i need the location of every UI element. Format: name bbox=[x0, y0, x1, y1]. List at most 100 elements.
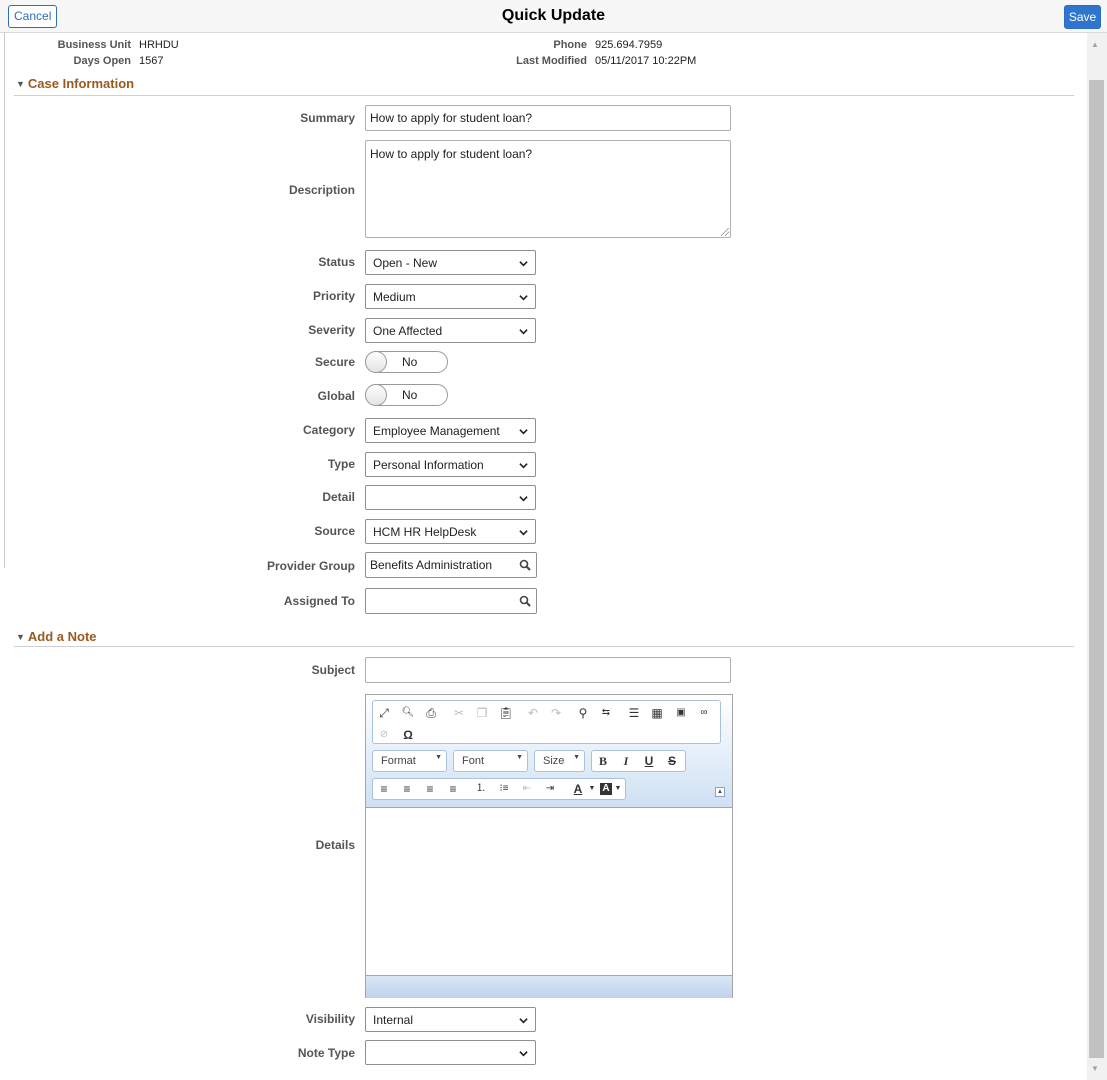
priority-value: Medium bbox=[373, 290, 416, 304]
collapse-toolbar-icon[interactable]: ▲ bbox=[715, 787, 725, 797]
visibility-select[interactable]: Internal bbox=[365, 1007, 536, 1032]
background-color-dropdown-icon[interactable]: ▼ bbox=[610, 781, 626, 797]
case-information-title: Case Information bbox=[27, 76, 135, 91]
table-icon[interactable]: ▦ bbox=[649, 705, 665, 721]
text-color-dropdown-icon[interactable]: ▼ bbox=[584, 781, 600, 797]
last-modified-label: Last Modified bbox=[516, 55, 587, 67]
font-dropdown[interactable]: Font ▼ bbox=[453, 750, 528, 772]
size-label: Size bbox=[543, 755, 565, 767]
category-select[interactable]: Employee Management bbox=[365, 418, 536, 443]
chevron-down-icon bbox=[519, 1018, 528, 1024]
dropdown-arrow-icon: ▼ bbox=[435, 754, 442, 761]
special-character-icon[interactable]: Ω bbox=[400, 727, 416, 743]
font-label: Font bbox=[462, 755, 485, 767]
category-label: Category bbox=[302, 423, 355, 437]
details-label: Details bbox=[315, 838, 355, 852]
redo-icon[interactable]: ↷ bbox=[548, 705, 564, 721]
align-left-icon[interactable]: ≡ bbox=[376, 781, 392, 797]
image-icon[interactable]: ▣ bbox=[673, 705, 689, 721]
business-unit-value: HRHDU bbox=[139, 39, 179, 51]
paste-icon[interactable]: 📋︎ bbox=[498, 705, 514, 721]
decrease-indent-icon[interactable]: ⇤ bbox=[519, 781, 535, 797]
summary-label: Summary bbox=[300, 111, 355, 125]
provider-group-input[interactable]: Benefits Administration bbox=[365, 552, 537, 578]
maximize-icon[interactable]: ⤢ bbox=[376, 705, 392, 721]
provider-group-value: Benefits Administration bbox=[370, 558, 493, 572]
horizontal-rule-icon[interactable]: ☰ bbox=[626, 705, 642, 721]
assigned-to-input[interactable] bbox=[365, 588, 537, 614]
assigned-to-label: Assigned To bbox=[283, 594, 355, 608]
chevron-down-icon bbox=[519, 295, 528, 301]
print-icon[interactable]: ⎙ bbox=[423, 705, 439, 721]
strikethrough-icon[interactable]: S bbox=[664, 753, 680, 769]
global-value: No bbox=[402, 388, 418, 402]
justify-icon[interactable]: ≡ bbox=[445, 781, 461, 797]
format-dropdown[interactable]: Format ▼ bbox=[372, 750, 447, 772]
detail-select[interactable] bbox=[365, 485, 536, 510]
scroll-down-arrow-icon[interactable]: ▼ bbox=[1091, 1064, 1099, 1073]
days-open-label: Days Open bbox=[73, 55, 131, 67]
underline-icon[interactable]: U bbox=[641, 753, 657, 769]
source-value: HCM HR HelpDesk bbox=[373, 525, 477, 539]
secure-value: No bbox=[402, 355, 418, 369]
secure-label: Secure bbox=[314, 355, 355, 369]
resize-grip-icon[interactable] bbox=[721, 228, 729, 236]
unlink-icon[interactable]: ⊘ bbox=[376, 727, 392, 743]
severity-select[interactable]: One Affected bbox=[365, 318, 536, 343]
type-select[interactable]: Personal Information bbox=[365, 452, 536, 477]
phone-label: Phone bbox=[553, 39, 587, 51]
provider-group-label: Provider Group bbox=[266, 559, 355, 573]
secure-toggle[interactable]: No bbox=[365, 351, 448, 373]
numbered-list-icon[interactable]: ⒈ bbox=[473, 781, 489, 797]
search-icon[interactable] bbox=[519, 559, 531, 571]
chevron-down-icon bbox=[519, 329, 528, 335]
search-icon[interactable] bbox=[519, 595, 531, 607]
modal-header: Quick Update Cancel Save bbox=[0, 0, 1107, 33]
type-label: Type bbox=[327, 457, 355, 471]
editor-toolbar: ⤢ 🔍︎ ⎙ ✂ ❐ 📋︎ ↶ ↷ ⚲ ⇆ ☰ ▦ ▣ ∞ ⊘ Ω Format… bbox=[366, 695, 732, 807]
case-information-section-header[interactable]: ▼ Case Information bbox=[16, 76, 134, 91]
description-label: Description bbox=[288, 183, 355, 197]
scrollbar-thumb[interactable] bbox=[1089, 80, 1104, 1058]
cancel-button[interactable]: Cancel bbox=[8, 5, 58, 28]
align-right-icon[interactable]: ≡ bbox=[422, 781, 438, 797]
type-value: Personal Information bbox=[373, 458, 484, 472]
source-label: Source bbox=[314, 524, 355, 538]
note-type-select[interactable] bbox=[365, 1040, 536, 1065]
save-button[interactable]: Save bbox=[1064, 5, 1101, 29]
find-icon[interactable]: ⚲ bbox=[575, 705, 591, 721]
undo-icon[interactable]: ↶ bbox=[525, 705, 541, 721]
status-label: Status bbox=[318, 255, 355, 269]
status-value: Open - New bbox=[373, 256, 438, 270]
source-select[interactable]: HCM HR HelpDesk bbox=[365, 519, 536, 544]
italic-icon[interactable]: I bbox=[618, 753, 634, 769]
dropdown-arrow-icon: ▼ bbox=[573, 754, 580, 761]
editor-content-area[interactable] bbox=[366, 807, 732, 976]
align-center-icon[interactable]: ≡ bbox=[399, 781, 415, 797]
copy-icon[interactable]: ❐ bbox=[474, 705, 490, 721]
global-toggle[interactable]: No bbox=[365, 384, 448, 406]
rich-text-editor: ⤢ 🔍︎ ⎙ ✂ ❐ 📋︎ ↶ ↷ ⚲ ⇆ ☰ ▦ ▣ ∞ ⊘ Ω Format… bbox=[365, 694, 733, 998]
subject-input[interactable] bbox=[365, 657, 731, 683]
add-note-section-header[interactable]: ▼ Add a Note bbox=[16, 629, 97, 644]
increase-indent-icon[interactable]: ⇥ bbox=[542, 781, 558, 797]
cut-icon[interactable]: ✂ bbox=[451, 705, 467, 721]
bold-icon[interactable]: B bbox=[595, 753, 611, 769]
priority-select[interactable]: Medium bbox=[365, 284, 536, 309]
link-icon[interactable]: ∞ bbox=[696, 705, 712, 721]
toggle-knob bbox=[365, 384, 387, 406]
toolbar-group-tools: ⤢ 🔍︎ ⎙ ✂ ❐ 📋︎ ↶ ↷ ⚲ ⇆ ☰ ▦ ▣ ∞ ⊘ Ω bbox=[372, 700, 721, 744]
replace-icon[interactable]: ⇆ bbox=[598, 705, 614, 721]
days-open-value: 1567 bbox=[139, 55, 164, 67]
summary-input[interactable]: How to apply for student loan? bbox=[365, 105, 731, 131]
collapse-triangle-icon: ▼ bbox=[16, 632, 25, 642]
detail-label: Detail bbox=[322, 490, 355, 504]
status-select[interactable]: Open - New bbox=[365, 250, 536, 275]
description-textarea[interactable]: How to apply for student loan? bbox=[365, 140, 731, 238]
bulleted-list-icon[interactable]: ⁝≡ bbox=[496, 781, 512, 797]
chevron-down-icon bbox=[519, 530, 528, 536]
preview-icon[interactable]: 🔍︎ bbox=[400, 705, 416, 721]
size-dropdown[interactable]: Size ▼ bbox=[534, 750, 585, 772]
scroll-up-arrow-icon[interactable]: ▲ bbox=[1091, 40, 1099, 49]
toolbar-group-paragraph: ≡ ≡ ≡ ≡ ⒈ ⁝≡ ⇤ ⇥ A ▼ A ▼ bbox=[372, 778, 626, 800]
